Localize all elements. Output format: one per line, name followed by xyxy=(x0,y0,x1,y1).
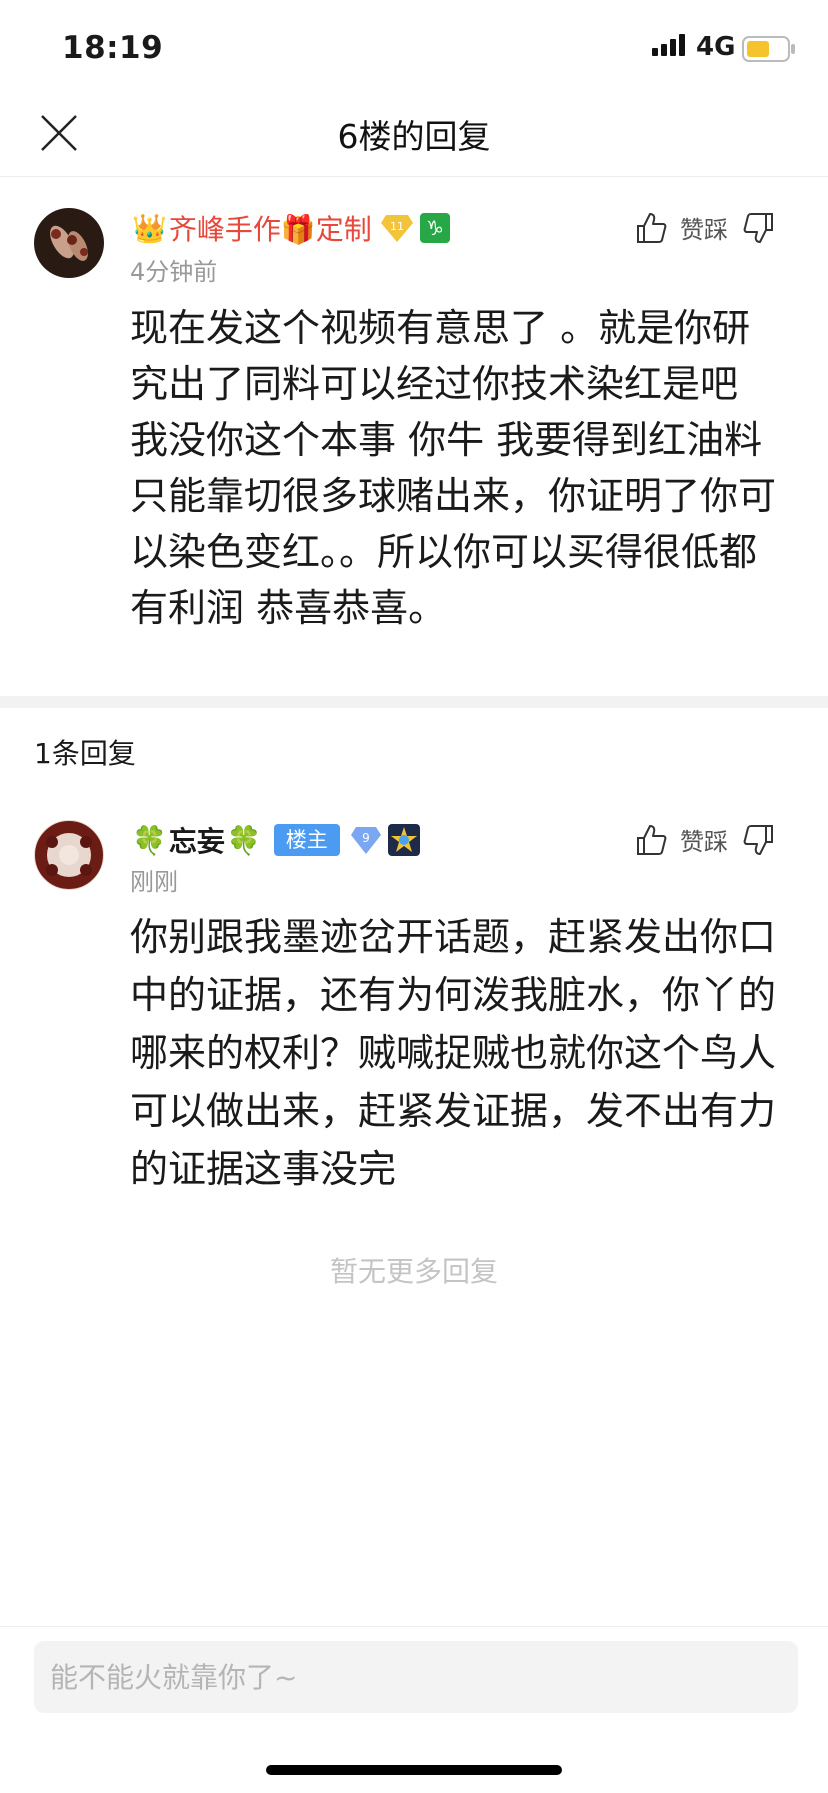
reply-input-bar xyxy=(0,1626,828,1793)
reply-actions: 赞 踩 xyxy=(634,822,776,857)
reply-level-badge-text: 9 xyxy=(362,831,370,845)
like-label[interactable]: 赞 xyxy=(680,210,704,245)
no-more-replies: 暂无更多回复 xyxy=(329,1255,498,1288)
home-indicator xyxy=(266,1765,562,1775)
reply-input[interactable] xyxy=(34,1641,798,1713)
thumbs-up-icon[interactable] xyxy=(634,211,668,245)
avatar[interactable] xyxy=(34,208,104,278)
signal-icon xyxy=(652,34,685,56)
like-label[interactable]: 赞 xyxy=(680,822,704,857)
owner-badge: 楼主 xyxy=(273,824,340,856)
svg-text:♑: ♑ xyxy=(426,216,444,240)
comment-time: 4分钟前 xyxy=(130,258,218,286)
thumbs-up-icon[interactable] xyxy=(634,823,668,857)
section-divider xyxy=(0,696,828,708)
reply-count: 1条回复 xyxy=(34,737,136,770)
thumbs-down-icon[interactable] xyxy=(742,823,776,857)
medal-icon xyxy=(387,824,420,856)
level-badge-text: 11 xyxy=(390,220,404,233)
status-time: 18:19 xyxy=(62,30,164,66)
username-row: 👑 齐峰手作🎁定制 11 ♑ xyxy=(130,208,450,248)
battery-icon xyxy=(742,36,795,62)
comment-text: 现在发这个视频有意思了 。就是你研究出了同料可以经过你技术染红是吧 我没你这个本… xyxy=(130,306,777,630)
nav-bar: 6楼的回复 xyxy=(0,96,828,177)
level-badge-icon: 9 xyxy=(350,827,381,854)
reply-time: 刚刚 xyxy=(130,868,178,896)
clover-icon: 🍀 xyxy=(132,823,167,857)
reply-avatar[interactable] xyxy=(34,820,104,890)
dislike-label[interactable]: 踩 xyxy=(704,822,728,857)
thumbs-down-icon[interactable] xyxy=(742,211,776,245)
username[interactable]: 齐峰手作🎁定制 xyxy=(169,208,372,248)
status-bar: 18:19 4G xyxy=(0,0,828,96)
reply-username-row: 🍀 忘妄 🍀 楼主 9 xyxy=(130,820,420,860)
crown-icon: 👑 xyxy=(132,211,167,245)
dislike-label[interactable]: 踩 xyxy=(704,210,728,245)
clover-icon: 🍀 xyxy=(226,823,262,857)
zodiac-icon: ♑ xyxy=(419,213,450,243)
network-type: 4G xyxy=(696,32,736,62)
level-badge-icon: 11 xyxy=(380,215,413,242)
reply-username[interactable]: 忘妄 xyxy=(169,820,225,860)
comment-actions: 赞 踩 xyxy=(634,210,776,245)
reply-text: 你别跟我墨迹岔开话题，赶紧发出你口中的证据，还有为何泼我脏水，你丫的哪来的权利？… xyxy=(130,915,777,1191)
page-title: 6楼的回复 xyxy=(337,117,491,156)
